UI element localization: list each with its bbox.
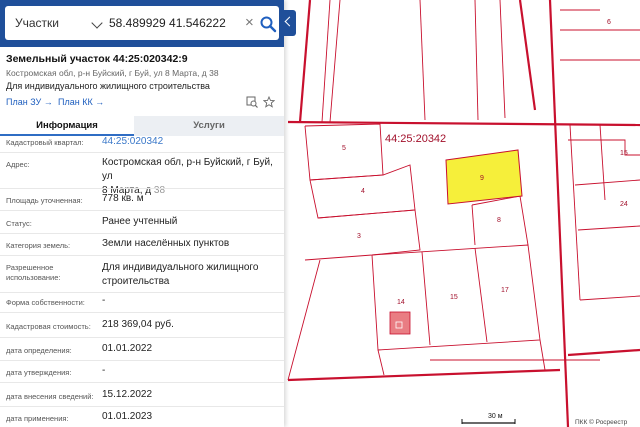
clear-icon[interactable]: × <box>245 14 254 31</box>
def-date-value: 01.01.2022 <box>102 343 153 354</box>
collapse-panel-button[interactable] <box>284 10 296 36</box>
zoom-to-icon[interactable] <box>246 96 258 108</box>
address-label: Адрес: <box>6 160 30 169</box>
chevron-left-icon[interactable] <box>284 16 295 27</box>
status-value: Ранее учтенный <box>102 216 178 227</box>
area-label: Площадь уточненная: <box>6 196 83 205</box>
tab-bar: Информация Услуги <box>0 116 284 136</box>
parcel-label-17: 17 <box>501 287 509 294</box>
quarter-boundary-top <box>287 120 640 127</box>
parcel-5-shape <box>304 123 384 181</box>
parcel-label-9: 9 <box>480 175 484 182</box>
map-credit: ПКК © Росреестр <box>575 418 628 426</box>
parcel-9-highlight <box>445 149 523 205</box>
building-marker <box>389 311 411 335</box>
parcel-label-8: 8 <box>497 217 501 224</box>
parcel-label-15: 15 <box>450 294 458 301</box>
quarter-boundary-right <box>548 0 570 427</box>
search-box[interactable]: Участки × <box>5 6 279 40</box>
permitted-value: Для индивидуального жилищного строительс… <box>102 261 258 289</box>
parcel-label-6: 6 <box>607 19 611 26</box>
parcel-label-5: 5 <box>342 145 346 152</box>
def-date-label: дата определения: <box>6 346 72 355</box>
tab-services[interactable]: Услуги <box>134 116 284 136</box>
info-panel: Участки × Земельный участок 44:25:020342… <box>0 0 284 427</box>
quarter-boundary-bottom <box>287 368 561 382</box>
parcel-label-24: 24 <box>620 201 628 208</box>
ownership-value: - <box>102 295 106 306</box>
appr-date-value: - <box>102 365 106 376</box>
parcel-label-14: 14 <box>397 299 405 306</box>
search-input[interactable] <box>109 16 239 30</box>
permitted-label-line1: Разрешенное <box>6 263 54 272</box>
parcel-label-3: 3 <box>357 233 361 240</box>
search-type-select[interactable]: Участки <box>15 16 59 30</box>
apply-date-label: дата применения: <box>6 414 69 423</box>
category-value: Земли населённых пунктов <box>102 238 230 249</box>
quarter-boundary-left <box>298 0 312 123</box>
plan-kk-link[interactable]: План КК → <box>58 97 104 107</box>
permitted-value-line1: Для индивидуального жилищного <box>102 262 259 273</box>
permitted-label: Разрешенное использование: <box>6 263 60 283</box>
appr-date-label: дата утверждения: <box>6 368 72 377</box>
quarter-boundary-bottom-right <box>567 348 640 357</box>
parcel-title: Земельный участок 44:25:020342:9 <box>6 53 188 65</box>
address-number: 38 <box>153 185 166 196</box>
parcel-address: Костромская обл, р-н Буйский, г Буй, ул … <box>6 68 219 78</box>
tab-info[interactable]: Информация <box>0 116 134 136</box>
scale-label: 30 м <box>488 413 503 420</box>
parcel-label-15-right: 15 <box>620 150 628 157</box>
ownership-label: Форма собственности: <box>6 298 85 307</box>
parcel-label-4: 4 <box>361 188 365 195</box>
permitted-label-line2: использование: <box>6 273 61 282</box>
quarter-label: Кадастровый квартал: <box>6 138 84 147</box>
parcel-3-shape <box>304 209 421 261</box>
quarter-map-label: 44:25:20342 <box>385 133 446 145</box>
star-icon[interactable] <box>263 96 275 108</box>
chevron-down-icon[interactable] <box>91 17 103 29</box>
quarter-boundary-top-right <box>518 0 537 111</box>
permitted-value-line2: строительства <box>102 276 170 287</box>
search-icon[interactable] <box>259 15 277 33</box>
status-label: Статус: <box>6 219 32 228</box>
entry-date-value: 15.12.2022 <box>102 389 153 400</box>
area-value: 778 кв. м <box>102 193 144 204</box>
quarter-link[interactable]: 44:25:020342 <box>102 135 163 149</box>
category-label: Категория земель: <box>6 241 71 250</box>
search-bar: Участки × <box>0 0 284 47</box>
plan-zu-link[interactable]: План ЗУ → <box>6 97 53 107</box>
parcel-use: Для индивидуального жилищного строительс… <box>6 81 210 91</box>
address-line1: Костромская обл, р-н Буйский, г Буй, ул <box>102 157 273 182</box>
entry-date-label: дата внесения сведений: <box>6 392 94 401</box>
cost-value: 218 369,04 руб. <box>102 319 174 330</box>
cost-label: Кадастровая стоимость: <box>6 322 91 331</box>
apply-date-value: 01.01.2023 <box>102 411 153 422</box>
